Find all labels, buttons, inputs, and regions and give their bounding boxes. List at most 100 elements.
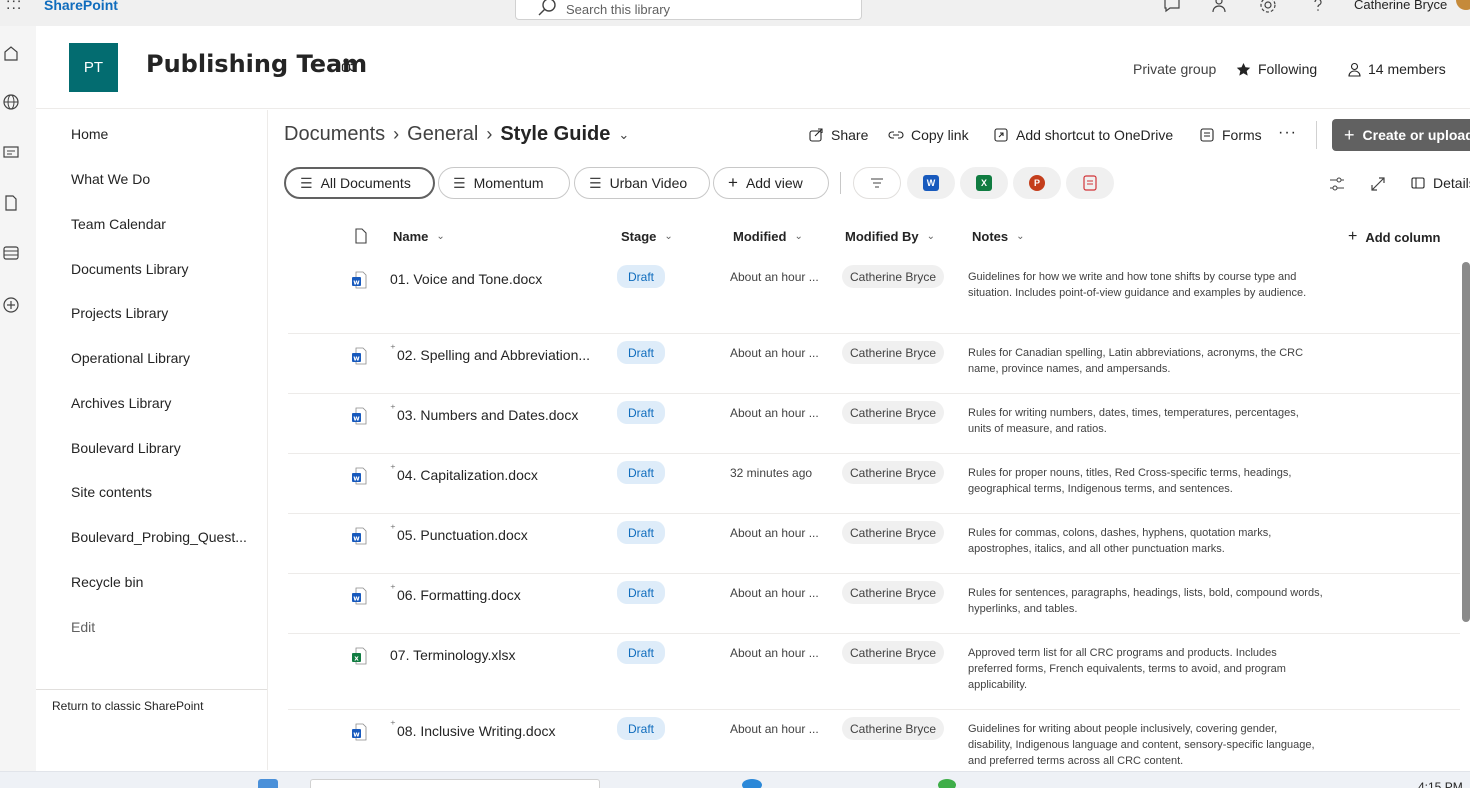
modified-by-persona[interactable]: Catherine Bryce	[842, 717, 945, 740]
table-row[interactable]: w ⁺ 04. Capitalization.docx Draft 32 minutes…	[288, 454, 1460, 514]
chevron-down-icon: ⌄	[436, 231, 445, 242]
nav-item-operational-library[interactable]: Operational Library	[71, 350, 190, 366]
more-options-button[interactable]: ···	[1278, 124, 1297, 142]
teams-icon[interactable]	[340, 56, 358, 74]
create-or-upload-button[interactable]: + Create or upload	[1332, 119, 1470, 151]
add-column-button[interactable]: + Add column	[1348, 228, 1440, 246]
globe-icon[interactable]	[2, 93, 20, 111]
nav-item-recycle-bin[interactable]: Recycle bin	[71, 574, 143, 590]
stage-badge[interactable]: Draft	[617, 521, 666, 544]
search-box[interactable]: Search this library	[515, 0, 862, 20]
table-row[interactable]: x 07. Terminology.xlsx Draft About an hour …	[288, 634, 1460, 710]
start-icon[interactable]	[258, 779, 278, 788]
file-icon[interactable]	[2, 194, 20, 212]
news-icon[interactable]	[2, 143, 20, 161]
column-name[interactable]: Name ⌄	[393, 229, 445, 244]
stage-badge[interactable]: Draft	[617, 265, 666, 288]
taskbar-search[interactable]	[310, 779, 600, 788]
forms-button[interactable]: Forms	[1199, 127, 1262, 143]
file-name-link[interactable]: 01. Voice and Tone.docx	[390, 271, 542, 287]
share-people-icon[interactable]	[1210, 0, 1230, 15]
table-row[interactable]: w ⁺ 05. Punctuation.docx Draft About an hour…	[288, 514, 1460, 574]
scrollbar[interactable]	[1462, 262, 1470, 622]
nav-item-documents-library[interactable]: Documents Library	[71, 261, 189, 277]
nav-edit-link[interactable]: Edit	[71, 619, 95, 635]
column-stage[interactable]: Stage ⌄	[621, 229, 673, 244]
follow-button[interactable]: Following	[1236, 61, 1317, 77]
file-name-link[interactable]: 02. Spelling and Abbreviation...	[397, 347, 590, 363]
new-forms-button[interactable]	[1066, 167, 1114, 199]
modified-by-persona[interactable]: Catherine Bryce	[842, 461, 945, 484]
stage-badge[interactable]: Draft	[617, 641, 666, 664]
column-modified[interactable]: Modified ⌄	[733, 229, 803, 244]
nav-item-boulevard-probing[interactable]: Boulevard_Probing_Quest...	[71, 529, 247, 545]
create-icon[interactable]	[2, 296, 20, 314]
nav-item-home[interactable]: Home	[71, 126, 108, 142]
nav-item-site-contents[interactable]: Site contents	[71, 484, 152, 500]
new-word-button[interactable]: W	[907, 167, 955, 199]
breadcrumb-general[interactable]: General	[407, 123, 478, 146]
chevron-down-icon[interactable]: ⌄	[618, 127, 629, 143]
modified-by-persona[interactable]: Catherine Bryce	[842, 521, 945, 544]
file-name-link[interactable]: 08. Inclusive Writing.docx	[397, 723, 555, 739]
file-name-link[interactable]: 06. Formatting.docx	[397, 587, 521, 603]
app-badge-icon[interactable]	[938, 779, 956, 788]
help-icon[interactable]	[1308, 0, 1328, 15]
table-row[interactable]: w 01. Voice and Tone.docx Draft About an ho…	[288, 258, 1460, 334]
modified-by-persona[interactable]: Catherine Bryce	[842, 341, 945, 364]
file-type-icon[interactable]	[354, 228, 368, 244]
app-launcher-icon[interactable]: :::	[6, 0, 22, 14]
app-name[interactable]: SharePoint	[44, 0, 118, 13]
stage-badge[interactable]: Draft	[617, 341, 666, 364]
share-button[interactable]: Share	[808, 127, 868, 143]
nav-item-projects-library[interactable]: Projects Library	[71, 305, 168, 321]
stage-badge[interactable]: Draft	[617, 461, 666, 484]
site-title[interactable]: Publishing Team	[146, 50, 367, 78]
column-notes[interactable]: Notes ⌄	[972, 229, 1025, 244]
file-name-link[interactable]: 04. Capitalization.docx	[397, 467, 538, 483]
modified-by-persona[interactable]: Catherine Bryce	[842, 581, 945, 604]
nav-item-team-calendar[interactable]: Team Calendar	[71, 216, 166, 232]
table-row[interactable]: w ⁺ 08. Inclusive Writing.docx Draft About a…	[288, 710, 1460, 772]
add-view-button[interactable]: + Add view	[713, 167, 829, 199]
chat-icon[interactable]	[1162, 0, 1182, 15]
column-modified-by[interactable]: Modified By ⌄	[845, 229, 935, 244]
modified-by-persona[interactable]: Catherine Bryce	[842, 641, 945, 664]
members-button[interactable]: 14 members	[1347, 61, 1446, 77]
new-excel-button[interactable]: X	[960, 167, 1008, 199]
view-urban-video[interactable]: ☰ Urban Video	[574, 167, 710, 199]
user-name[interactable]: Catherine Bryce	[1354, 0, 1447, 12]
settings-icon[interactable]	[1258, 0, 1278, 15]
expand-icon[interactable]	[1368, 174, 1388, 194]
view-all-documents[interactable]: ☰ All Documents	[284, 167, 435, 199]
file-name-link[interactable]: 05. Punctuation.docx	[397, 527, 528, 543]
stage-badge[interactable]: Draft	[617, 581, 666, 604]
new-powerpoint-button[interactable]: P	[1013, 167, 1061, 199]
file-name-link[interactable]: 07. Terminology.xlsx	[390, 647, 516, 663]
breadcrumb-current[interactable]: Style Guide	[500, 123, 610, 146]
stage-badge[interactable]: Draft	[617, 717, 666, 740]
modified-by-persona[interactable]: Catherine Bryce	[842, 265, 945, 288]
nav-item-what-we-do[interactable]: What We Do	[71, 171, 150, 187]
nav-item-archives-library[interactable]: Archives Library	[71, 395, 171, 411]
table-row[interactable]: w ⁺ 06. Formatting.docx Draft About an hour …	[288, 574, 1460, 634]
copy-link-button[interactable]: Copy link	[888, 127, 969, 143]
details-pane-button[interactable]: Details	[1410, 175, 1470, 191]
nav-item-boulevard-library[interactable]: Boulevard Library	[71, 440, 181, 456]
table-row[interactable]: w ⁺ 02. Spelling and Abbreviation... Draft A…	[288, 334, 1460, 394]
stage-badge[interactable]: Draft	[617, 401, 666, 424]
return-to-classic-link[interactable]: Return to classic SharePoint	[52, 699, 203, 713]
file-name-link[interactable]: 03. Numbers and Dates.docx	[397, 407, 578, 423]
add-shortcut-button[interactable]: Add shortcut to OneDrive	[993, 127, 1173, 143]
modified-by-persona[interactable]: Catherine Bryce	[842, 401, 945, 424]
filter-button[interactable]	[853, 167, 901, 199]
list-icon[interactable]	[2, 244, 20, 262]
breadcrumb-documents[interactable]: Documents	[284, 123, 385, 146]
view-options-icon[interactable]	[1327, 174, 1347, 194]
home-icon[interactable]	[2, 44, 20, 62]
site-logo[interactable]: PT	[69, 43, 118, 92]
edge-icon[interactable]	[742, 779, 762, 788]
user-avatar[interactable]	[1456, 0, 1470, 10]
view-momentum[interactable]: ☰ Momentum	[438, 167, 570, 199]
table-row[interactable]: w ⁺ 03. Numbers and Dates.docx Draft About a…	[288, 394, 1460, 454]
